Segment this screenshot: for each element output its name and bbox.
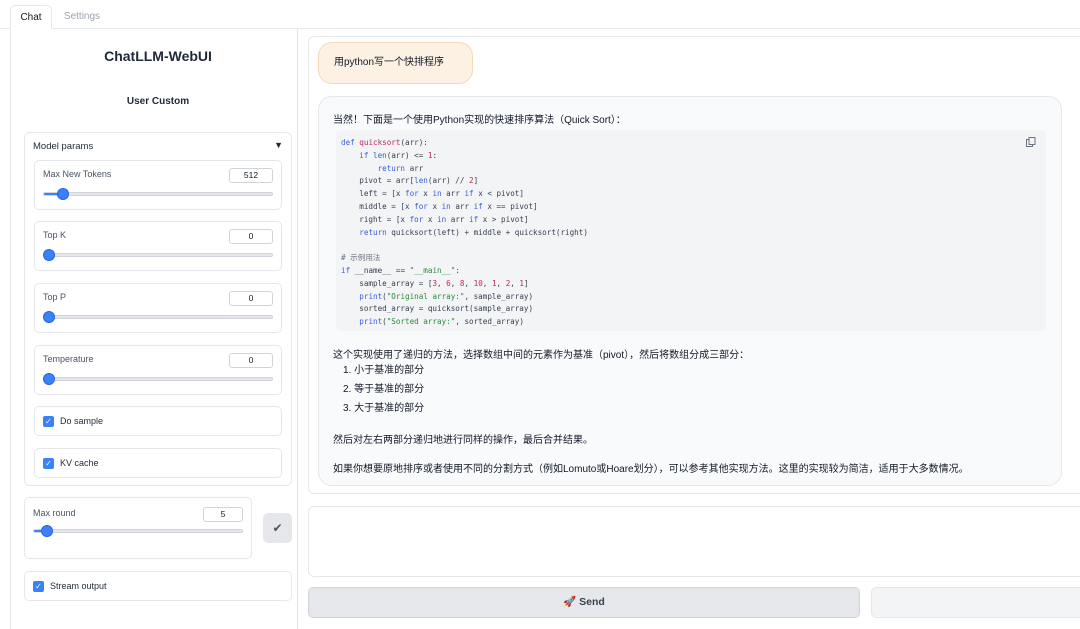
user-custom-heading: User Custom [126,96,190,107]
max-round-slider[interactable] [33,526,243,536]
bot-alternative-text: 如果你想要原地排序或者使用不同的分割方式（例如Lomuto或Hoare划分），可… [333,464,969,475]
list-item: 3. 大于基准的部分 [343,403,425,414]
top-p-label: Top P [43,292,67,302]
copy-icon[interactable] [1026,137,1036,147]
do-sample-checkbox[interactable]: ✓ [43,416,54,427]
user-message: 用python写一个快排程序 [318,42,473,84]
max-round-input[interactable]: 5 [203,507,243,522]
kv-cache-label[interactable]: KV cache [60,458,99,468]
do-sample-label[interactable]: Do sample [60,416,103,426]
kv-cache-option: ✓ KV cache [34,448,282,478]
stream-output-label[interactable]: Stream output [50,581,107,591]
top-k-control: Top K 0 [34,221,282,271]
temperature-control: Temperature 0 [34,345,282,395]
max-round-label: Max round [33,508,76,518]
slider-thumb[interactable] [42,526,53,536]
slider-fill [34,530,43,532]
code-content: def quicksort(arr): if len(arr) <= 1: re… [341,138,588,327]
temperature-input[interactable]: 0 [229,353,273,368]
max-new-tokens-input[interactable]: 512 [229,168,273,183]
slider-thumb[interactable] [44,250,54,260]
max-round-control: Max round 5 [24,497,252,559]
max-new-tokens-control: Max New Tokens 512 [34,160,282,210]
bot-list: 1. 小于基准的部分 2. 等于基准的部分 3. 大于基准的部分 [343,361,424,418]
bot-recursion-text: 然后对左右两部分递归地进行同样的操作，最后合并结果。 [333,435,593,446]
check-icon: ✔ [272,521,283,535]
top-p-control: Top P 0 [34,283,282,333]
bot-message: 当然！下面是一个使用Python实现的快速排序算法（Quick Sort）： d… [318,96,1062,486]
code-block: def quicksort(arr): if len(arr) <= 1: re… [336,130,1046,331]
top-p-input[interactable]: 0 [229,291,273,306]
app-title: ChatLLM-WebUI [104,48,212,64]
stream-output-checkbox[interactable]: ✓ [33,581,44,592]
slider-thumb[interactable] [57,189,68,199]
top-k-input[interactable]: 0 [229,229,273,244]
model-params-header[interactable]: Model params [33,141,93,152]
model-params-panel: Model params ▼ Max New Tokens 512 Top K … [24,132,292,486]
list-item: 1. 小于基准的部分 [343,365,425,376]
slider-fill [44,193,58,195]
secondary-button[interactable] [871,587,1080,618]
collapse-caret-icon[interactable]: ▼ [274,140,283,150]
confirm-button[interactable]: ✔ [263,513,292,543]
tab-chat[interactable]: Chat [10,5,52,29]
do-sample-option: ✓ Do sample [34,406,282,436]
list-item: 2. 等于基准的部分 [343,384,425,395]
tab-settings[interactable]: Settings [58,5,106,29]
top-k-label: Top K [43,230,67,240]
tab-bar: Chat Settings [0,0,1080,29]
kv-cache-checkbox[interactable]: ✓ [43,458,54,469]
bot-intro-text: 当然！下面是一个使用Python实现的快速排序算法（Quick Sort）： [333,115,626,126]
top-k-slider[interactable] [43,250,273,260]
slider-thumb[interactable] [44,312,54,322]
bot-explanation-text: 这个实现使用了递归的方法，选择数组中间的元素作为基准（pivot），然后将数组分… [333,350,750,361]
send-button[interactable]: 🚀 Send [308,587,860,618]
top-p-slider[interactable] [43,312,273,322]
stream-output-option: ✓ Stream output [24,571,292,601]
temperature-label: Temperature [43,354,94,364]
message-input[interactable] [308,506,1080,577]
slider-thumb[interactable] [44,374,54,384]
temperature-slider[interactable] [43,374,273,384]
max-new-tokens-slider[interactable] [43,189,273,199]
max-new-tokens-label: Max New Tokens [43,169,112,179]
